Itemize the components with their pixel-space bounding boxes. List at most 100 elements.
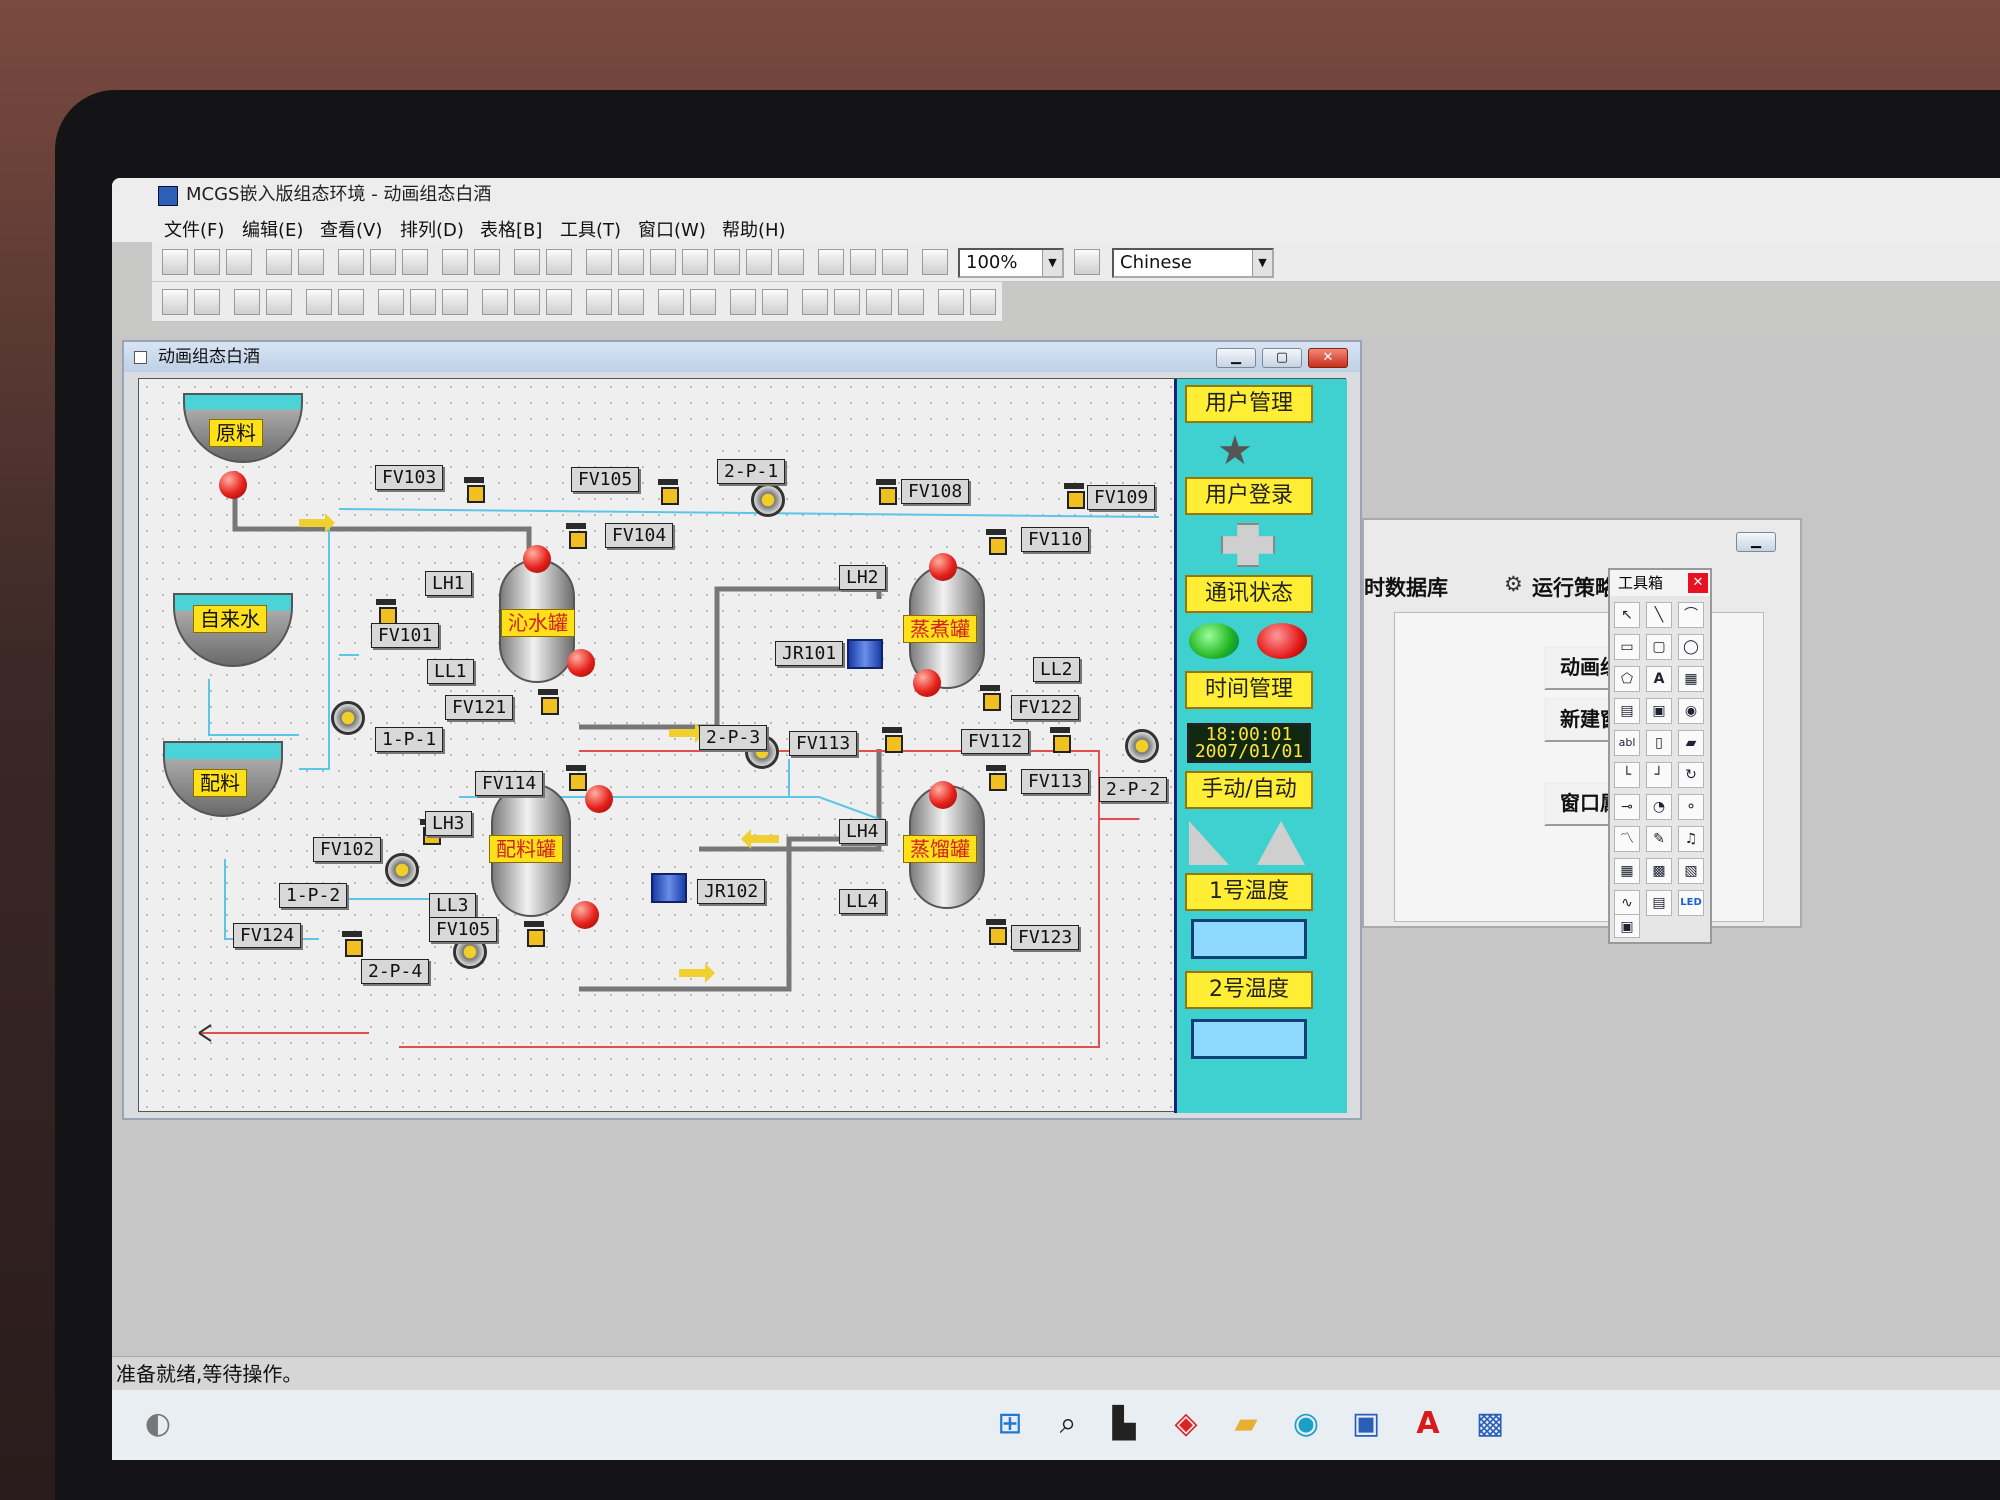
paste-icon[interactable] [402, 249, 428, 275]
menu-help[interactable]: 帮助(H) [722, 216, 786, 242]
center-horizontal-icon[interactable] [338, 289, 364, 315]
rectangle-tool-icon[interactable]: ▭ [1614, 634, 1640, 660]
print-icon[interactable] [266, 249, 292, 275]
bitmap-tool-icon[interactable]: ▦ [1678, 666, 1704, 692]
undo-icon[interactable] [442, 249, 468, 275]
align-right-icon[interactable] [194, 289, 220, 315]
workspace-minimize-button[interactable]: ▁ [1736, 532, 1776, 552]
design-canvas[interactable]: 原料 自来水 配料 沁水罐 蒸煮罐 配料罐 蒸馏罐 FV103 FV105 2-… [138, 378, 1347, 1113]
flip-horizontal-icon[interactable] [658, 289, 684, 315]
flow-tool-icon[interactable]: ┘ [1646, 762, 1672, 788]
storage-tool-icon[interactable]: ▧ [1678, 858, 1704, 884]
manual-auto-button[interactable]: 手动/自动 [1185, 771, 1313, 809]
button-tool-icon[interactable]: ▰ [1678, 730, 1704, 756]
lock-icon[interactable] [938, 289, 964, 315]
toolbox-close-icon[interactable]: ✕ [1688, 573, 1708, 593]
frame-tool-icon[interactable]: ▣ [1614, 914, 1640, 938]
search-icon[interactable]: ⌕ [1050, 1406, 1086, 1442]
center-vertical-icon[interactable] [306, 289, 332, 315]
align-left-icon[interactable] [162, 289, 188, 315]
open-icon[interactable] [194, 249, 220, 275]
help-icon[interactable] [922, 249, 948, 275]
align-icon[interactable] [746, 249, 772, 275]
menu-window[interactable]: 窗口(W) [638, 216, 706, 242]
security-app-icon[interactable]: ◈ [1168, 1406, 1204, 1442]
equal-height-icon[interactable] [410, 289, 436, 315]
valve-fv112[interactable] [1047, 727, 1073, 753]
input-tool-icon[interactable]: ▯ [1646, 730, 1672, 756]
new-icon[interactable] [162, 249, 188, 275]
curve-tool-icon[interactable]: ∿ [1614, 890, 1640, 916]
led-tool-icon[interactable]: LED [1678, 890, 1704, 916]
user-login-button[interactable]: 用户登录 [1185, 477, 1313, 515]
grid-icon[interactable] [778, 249, 804, 275]
valve-fv113-right[interactable] [983, 765, 1009, 791]
rotate-tool-icon[interactable]: ↻ [1678, 762, 1704, 788]
fill-icon[interactable] [586, 249, 612, 275]
valve-fv124[interactable] [339, 931, 365, 957]
valve-fv103[interactable] [461, 477, 487, 503]
language-icon[interactable] [1074, 249, 1100, 275]
check-icon[interactable] [850, 249, 876, 275]
auto-mode-icon[interactable] [1257, 821, 1305, 865]
table-tool-icon[interactable]: ▦ [1614, 858, 1640, 884]
cut-icon[interactable] [338, 249, 364, 275]
copy-icon[interactable] [370, 249, 396, 275]
pump-1-p-2[interactable] [385, 853, 419, 887]
close-button[interactable]: ✕ [1308, 348, 1348, 368]
equal-width-icon[interactable] [378, 289, 404, 315]
valve-fv110[interactable] [983, 529, 1009, 555]
task-view-icon[interactable]: ▙ [1106, 1406, 1142, 1442]
text-tool-icon[interactable]: A [1646, 666, 1672, 692]
menu-table[interactable]: 表格[B] [480, 216, 542, 242]
acrobat-icon[interactable]: A [1410, 1406, 1446, 1442]
slider-tool-icon[interactable]: ⊸ [1614, 794, 1640, 820]
store-icon[interactable]: ▣ [1348, 1406, 1384, 1442]
heater-jr101[interactable] [847, 639, 883, 669]
font-icon[interactable] [682, 249, 708, 275]
line-tool-icon[interactable]: ╲ [1646, 602, 1672, 628]
layer-icon[interactable] [546, 249, 572, 275]
align-top-icon[interactable] [234, 289, 260, 315]
valve-fv121[interactable] [535, 689, 561, 715]
valve-fv113-top[interactable] [879, 727, 905, 753]
rotate-right-icon[interactable] [618, 289, 644, 315]
animation-tool-icon[interactable]: ⚬ [1678, 794, 1704, 820]
line-style-icon[interactable] [714, 249, 740, 275]
chevron-down-icon[interactable]: ▼ [1042, 250, 1062, 276]
polyline-tool-icon[interactable]: └ [1614, 762, 1640, 788]
menu-arrange[interactable]: 排列(D) [400, 216, 464, 242]
print-preview-icon[interactable] [298, 249, 324, 275]
line-color-icon[interactable] [618, 249, 644, 275]
alarm-tool-icon[interactable]: ♫ [1678, 826, 1704, 852]
trend-tool-icon[interactable]: 〽 [1614, 826, 1640, 852]
valve-fv104[interactable] [563, 523, 589, 549]
rounded-rect-tool-icon[interactable]: ▢ [1646, 634, 1672, 660]
menu-edit[interactable]: 编辑(E) [242, 216, 303, 242]
valve-fv114[interactable] [563, 765, 589, 791]
language-select[interactable]: Chinese ▼ [1112, 248, 1274, 278]
space-horizontal-icon[interactable] [482, 289, 508, 315]
report-tool-icon[interactable]: ▤ [1646, 890, 1672, 916]
time-management-button[interactable]: 时间管理 [1185, 671, 1313, 709]
equal-size-icon[interactable] [442, 289, 468, 315]
picture-tool-icon[interactable]: ▣ [1646, 698, 1672, 724]
center-window-icon[interactable] [546, 289, 572, 315]
pointer-tool-icon[interactable]: ↖ [1614, 602, 1640, 628]
manual-mode-icon[interactable] [1189, 821, 1229, 865]
globe-tool-icon[interactable]: ◉ [1678, 698, 1704, 724]
menu-file[interactable]: 文件(F) [164, 216, 224, 242]
valve-fv105-bottom[interactable] [521, 921, 547, 947]
meter-tool-icon[interactable]: ◔ [1646, 794, 1672, 820]
start-icon[interactable]: ⊞ [992, 1406, 1028, 1442]
minimize-button[interactable]: ▁ [1216, 348, 1256, 368]
space-vertical-icon[interactable] [514, 289, 540, 315]
fix-icon[interactable] [970, 289, 996, 315]
group-icon[interactable] [730, 289, 756, 315]
valve-fv109[interactable] [1061, 483, 1087, 509]
chevron-down-icon[interactable]: ▼ [1252, 250, 1272, 276]
tab-run-strategy[interactable]: 运行策略 [1532, 572, 1616, 602]
bring-front-icon[interactable] [802, 289, 828, 315]
zoom-select[interactable]: 100% ▼ [958, 248, 1064, 278]
maximize-button[interactable]: ▢ [1262, 348, 1302, 368]
